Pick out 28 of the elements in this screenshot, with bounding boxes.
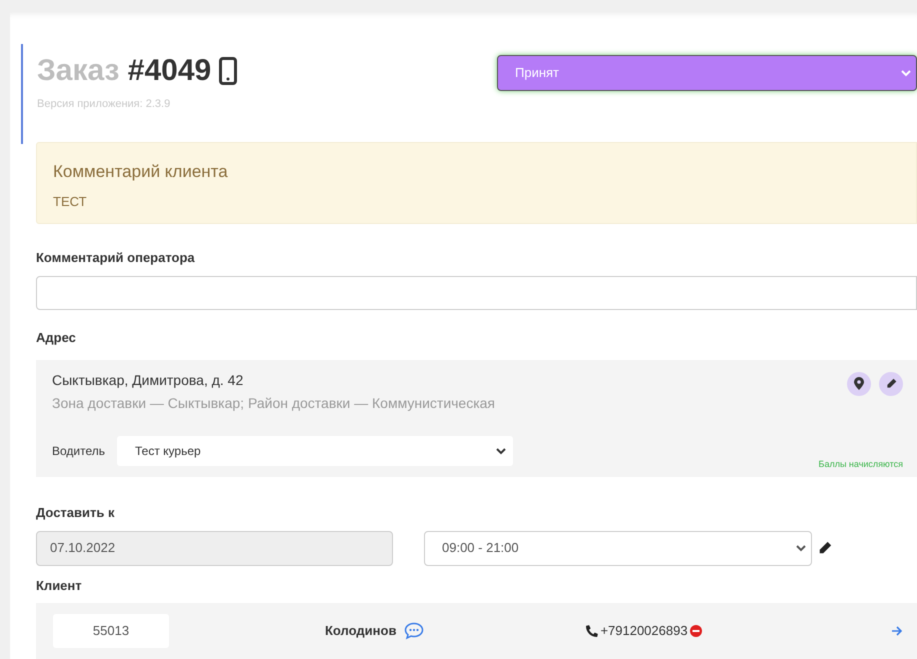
order-title: Заказ #4049: [37, 56, 212, 86]
time-select[interactable]: 09:00 - 21:00: [424, 530, 812, 566]
phone-handset-icon: [586, 625, 598, 638]
chat-icon[interactable]: [404, 622, 424, 640]
points-note: Баллы начисляются: [818, 458, 903, 471]
client-id-field: 55013: [53, 614, 169, 648]
edit-address-button[interactable]: [879, 372, 903, 396]
client-comment-title: Комментарий клиента: [53, 160, 229, 183]
client-name[interactable]: Колодинов: [325, 621, 396, 641]
client-label: Клиент: [36, 576, 83, 595]
date-field[interactable]: 07.10.2022: [36, 530, 393, 566]
driver-label: Водитель: [52, 443, 106, 460]
client-comment-text: ТЕСТ: [53, 193, 88, 212]
deliver-label: Доставить к: [36, 504, 116, 522]
pencil-icon: [818, 541, 832, 556]
pencil-icon: [886, 378, 896, 390]
edit-time-button[interactable]: [818, 541, 832, 556]
client-phone[interactable]: +79120026893: [600, 621, 688, 641]
address-line: Сыктывкар, Димитрова, д. 42: [52, 370, 244, 390]
operator-comment-field[interactable]: [36, 276, 917, 310]
delivery-zone: Зона доставки — Сыктывкар; Район доставки — Коммунистическая: [52, 394, 496, 413]
address-label: Адрес: [36, 329, 77, 348]
phone-icon: [219, 57, 238, 85]
operator-comment-label: Комментарий оператора: [36, 249, 196, 268]
map-pin-icon: [854, 377, 864, 390]
arrow-right-icon[interactable]: [891, 625, 903, 638]
driver-select[interactable]: Тест курьер: [117, 436, 513, 466]
map-pin-button[interactable]: [847, 372, 871, 396]
